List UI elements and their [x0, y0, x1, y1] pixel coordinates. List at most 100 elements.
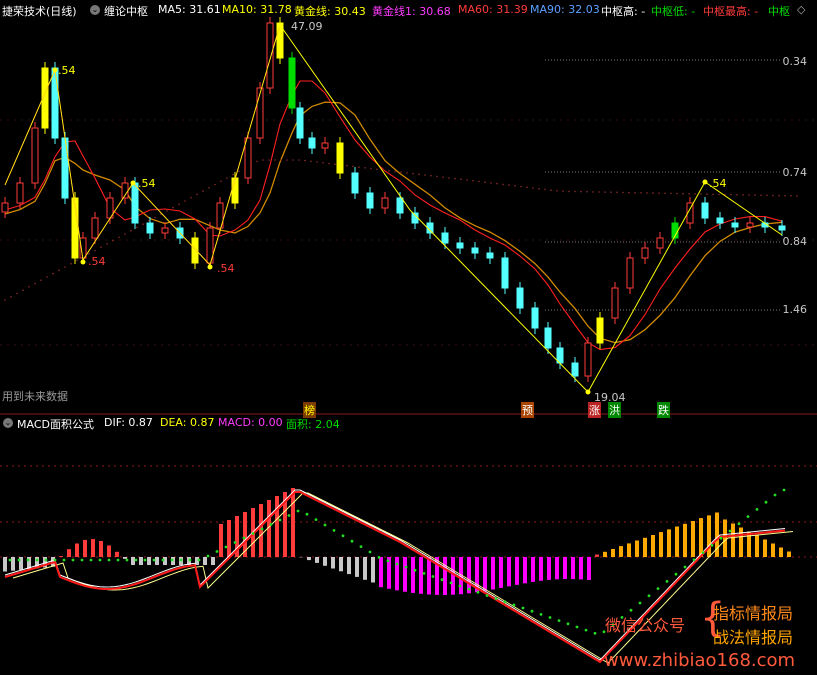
candle-body — [501, 257, 509, 289]
long-ma-dot — [544, 188, 546, 191]
candle-body — [296, 107, 304, 139]
long-ma-dot — [664, 192, 666, 195]
macd-histogram-bar — [691, 521, 695, 557]
swing-label-4: .54 — [217, 262, 235, 275]
future-data-note: 用到未来数据 — [2, 390, 68, 403]
long-ma-dot — [718, 193, 720, 196]
area-dot — [332, 529, 336, 532]
macd-histogram-bar — [291, 488, 295, 557]
candle-body — [161, 227, 169, 234]
candle-body — [16, 182, 24, 204]
long-ma-dot — [532, 187, 534, 189]
area-dot — [548, 616, 552, 619]
candle-body — [366, 192, 374, 209]
macd-histogram-bar — [491, 557, 495, 590]
area-dot — [665, 580, 669, 583]
zigzag-line-red — [4, 24, 281, 266]
macd-histogram-bar — [115, 551, 119, 557]
diamond-icon[interactable]: ◇ — [797, 3, 805, 16]
long-ma-dot — [766, 194, 768, 197]
long-ma-dot — [394, 170, 396, 173]
long-ma-dot — [466, 179, 468, 181]
swing-label-2: .54 — [138, 177, 156, 190]
macd-histogram-bar — [355, 557, 359, 577]
long-ma-dot — [502, 183, 504, 186]
area-dot — [107, 558, 111, 562]
long-ma-dot — [586, 190, 588, 193]
long-ma-dot — [640, 192, 642, 194]
macd-histogram-bar — [307, 557, 311, 561]
area-dot — [476, 590, 480, 594]
macd-histogram-bar — [763, 539, 767, 557]
candle-body — [191, 237, 199, 264]
area-dot — [413, 568, 417, 572]
macd-name[interactable]: MACD面积公式 — [17, 416, 94, 432]
area-dot — [215, 550, 219, 553]
area-dot — [53, 558, 57, 562]
area-value: 面积: 2.04 — [286, 418, 340, 431]
long-ma-dot — [418, 173, 420, 176]
indicator-header: 捷荣技术(日线) ⌄ 缠论中枢 MA5: 31.61 MA10: 31.78 黄… — [0, 0, 817, 20]
candle-body — [244, 137, 252, 179]
long-ma-dot — [376, 168, 378, 170]
area-dot — [26, 558, 30, 562]
indicator-name[interactable]: 缠论中枢 — [104, 3, 148, 19]
macd-histogram-bar — [555, 557, 559, 580]
long-ma-dot — [454, 177, 456, 180]
macd-histogram-bar — [563, 557, 567, 579]
indicator-dropdown-icon[interactable]: ⌄ — [90, 5, 100, 15]
price-label-4: 1.46 — [782, 303, 808, 316]
signal-hong: 洪 — [608, 402, 621, 418]
candle-body — [256, 87, 264, 139]
swing-point — [702, 179, 708, 185]
macd-histogram-bar — [219, 524, 223, 557]
macd-histogram-bar — [155, 557, 159, 565]
macd-histogram-bar — [675, 526, 679, 557]
long-ma-dot — [472, 180, 474, 182]
long-ma-dot — [64, 266, 66, 268]
area-dot — [737, 522, 741, 526]
long-ma-dot — [322, 162, 324, 164]
area-dot — [62, 558, 66, 562]
dif-value: DIF: 0.87 — [104, 416, 153, 429]
area-dot — [683, 565, 687, 569]
candle-body — [641, 247, 649, 259]
area-dot — [188, 558, 192, 562]
long-ma-dot — [538, 187, 540, 190]
long-ma-dot — [334, 163, 336, 165]
price-chart[interactable] — [0, 0, 817, 675]
stock-title[interactable]: 捷荣技术(日线) — [2, 3, 77, 19]
long-ma-dot — [478, 180, 480, 183]
long-ma-dot — [682, 192, 684, 195]
long-ma-dot — [52, 272, 54, 275]
long-ma-dot — [646, 192, 648, 194]
macd-histogram-bar — [131, 557, 135, 565]
area-dot — [512, 603, 516, 607]
macd-histogram-bar — [331, 557, 335, 569]
long-ma-dot — [490, 182, 492, 184]
swing-label-1: .54 — [58, 64, 76, 77]
signal-die: 跌 — [657, 402, 670, 418]
macd-dropdown-icon[interactable]: ⌄ — [3, 418, 13, 428]
area-dot — [80, 558, 84, 562]
long-ma-dot — [700, 193, 702, 195]
area-dot — [251, 532, 255, 535]
area-dot — [170, 558, 174, 562]
long-ma-dot — [736, 193, 738, 196]
candle-body — [308, 137, 316, 149]
long-ma-dot — [232, 173, 234, 176]
area-dot — [224, 545, 228, 549]
long-ma-dot — [778, 194, 780, 197]
area-dot — [782, 488, 786, 492]
area-dot — [278, 518, 282, 522]
long-ma-dot — [652, 192, 654, 194]
macd-histogram-bar — [755, 535, 759, 557]
swing-point — [207, 264, 213, 270]
area-dot — [44, 558, 48, 562]
ma-line-orange — [4, 101, 783, 344]
long-ma-dot — [424, 174, 426, 176]
macd-histogram-bar — [203, 557, 207, 565]
macd-histogram-bar — [427, 557, 431, 595]
long-ma-dot — [658, 192, 660, 194]
zigzag-line-yellow — [4, 24, 281, 266]
